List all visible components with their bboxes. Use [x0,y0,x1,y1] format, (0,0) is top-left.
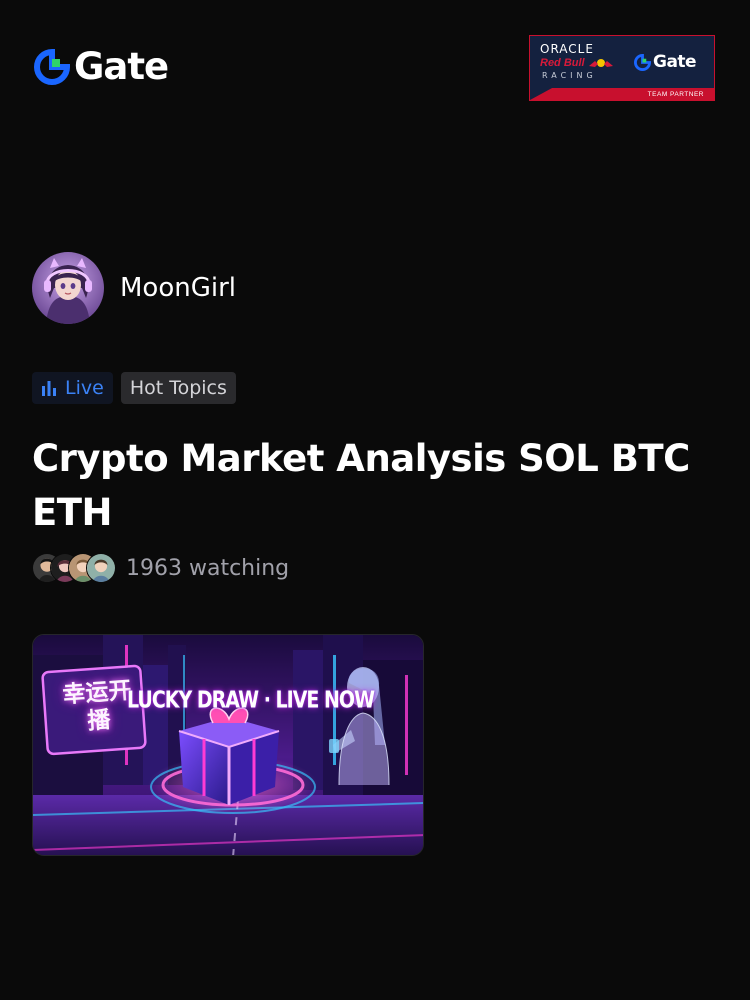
stream-tags: Live Hot Topics [32,372,236,404]
partner-redbull-text: Red Bull [540,57,585,69]
team-partner-badge: ORACLE Red Bull RACING Gate TEAM PARTNER [529,35,715,101]
watching-count: 1963 watching [126,555,290,581]
topic-label: Hot Topics [129,377,227,399]
gate-logo-icon [634,53,651,71]
gate-logo[interactable]: Gate [34,45,169,88]
partner-strip-text: TEAM PARTNER [647,90,704,98]
logo-text: Gate [74,45,169,88]
host-avatar[interactable] [32,252,104,324]
live-tag: Live [32,372,113,404]
topic-tag[interactable]: Hot Topics [120,372,236,404]
partner-racing-text: RACING [542,71,597,80]
watchers-row: 1963 watching [32,553,289,583]
viewer-avatar [86,553,116,583]
host-profile[interactable]: MoonGirl [32,252,236,324]
stream-title: Crypto Market Analysis SOL BTC ETH [32,437,690,534]
partner-oracle-text: ORACLE [540,42,594,56]
host-name[interactable]: MoonGirl [120,273,236,303]
red-bull-icon [589,59,613,67]
partner-gate-logo: Gate [634,52,697,72]
live-bars-icon [42,381,56,396]
banner-headline: LUCKY DRAW · LIVE NOW [127,687,375,714]
gate-logo-icon [34,49,70,85]
partner-gate-text: Gate [653,52,697,72]
live-label: Live [65,377,104,399]
lucky-draw-banner[interactable]: 幸运开播 LUCKY DRAW · LIVE NOW [32,634,424,856]
viewer-avatars [32,553,116,583]
banner-image [33,635,423,855]
partner-strip: TEAM PARTNER [530,88,714,100]
